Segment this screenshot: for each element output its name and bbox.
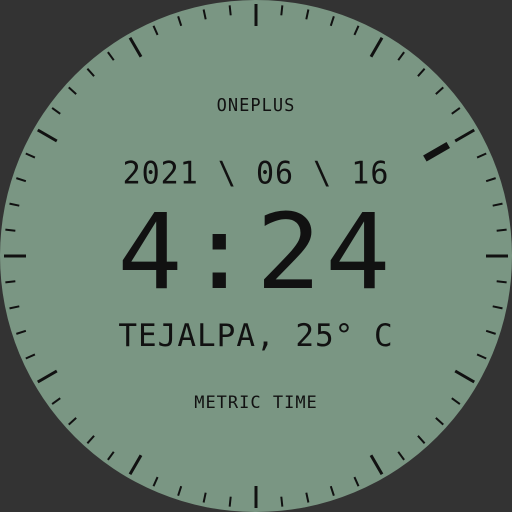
hour-tick xyxy=(37,128,58,143)
time-display: 4:24 xyxy=(117,191,395,313)
hour-tick xyxy=(128,37,143,58)
hour-tick xyxy=(369,454,384,475)
minute-tick xyxy=(305,492,310,503)
minute-tick xyxy=(435,86,444,95)
watch-screen: ONEPLUS 2021 \ 06 \ 16 4:24 TEJALPA, 25°… xyxy=(0,0,512,512)
minute-tick xyxy=(417,435,426,444)
minute-tick xyxy=(397,451,405,461)
hour-tick xyxy=(454,369,475,384)
minute-tick xyxy=(107,451,115,461)
minute-tick xyxy=(86,68,95,77)
minute-tick xyxy=(202,492,207,503)
minute-tick xyxy=(228,496,232,507)
hour-tick xyxy=(369,37,384,58)
minute-tick xyxy=(68,417,77,426)
brand-label: ONEPLUS xyxy=(216,95,296,117)
minute-tick xyxy=(202,9,207,20)
minute-tick xyxy=(435,417,444,426)
minute-tick xyxy=(25,353,36,360)
minute-tick xyxy=(228,5,232,16)
minute-tick xyxy=(177,16,183,27)
minute-tick xyxy=(397,51,405,61)
minute-tick xyxy=(177,485,183,496)
minute-tick xyxy=(353,476,360,487)
weather-display: TEJALPA, 25° C xyxy=(118,318,394,354)
minute-tick xyxy=(86,435,95,444)
hour-tick xyxy=(454,128,475,143)
minute-tick xyxy=(280,496,284,507)
minute-tick xyxy=(280,5,284,16)
date-display: 2021 \ 06 \ 16 xyxy=(122,155,390,192)
minute-tick xyxy=(68,86,77,95)
minute-tick xyxy=(107,51,115,61)
minute-tick xyxy=(417,68,426,77)
metric-time-label: METRIC TIME xyxy=(194,393,318,413)
minute-tick xyxy=(329,485,335,496)
minute-tick xyxy=(152,476,159,487)
minute-tick xyxy=(476,353,487,360)
hour-tick xyxy=(128,454,143,475)
minute-tick xyxy=(329,16,335,27)
minute-tick xyxy=(152,25,159,36)
minute-tick xyxy=(305,9,310,20)
minute-tick xyxy=(353,25,360,36)
hour-tick xyxy=(37,369,58,384)
